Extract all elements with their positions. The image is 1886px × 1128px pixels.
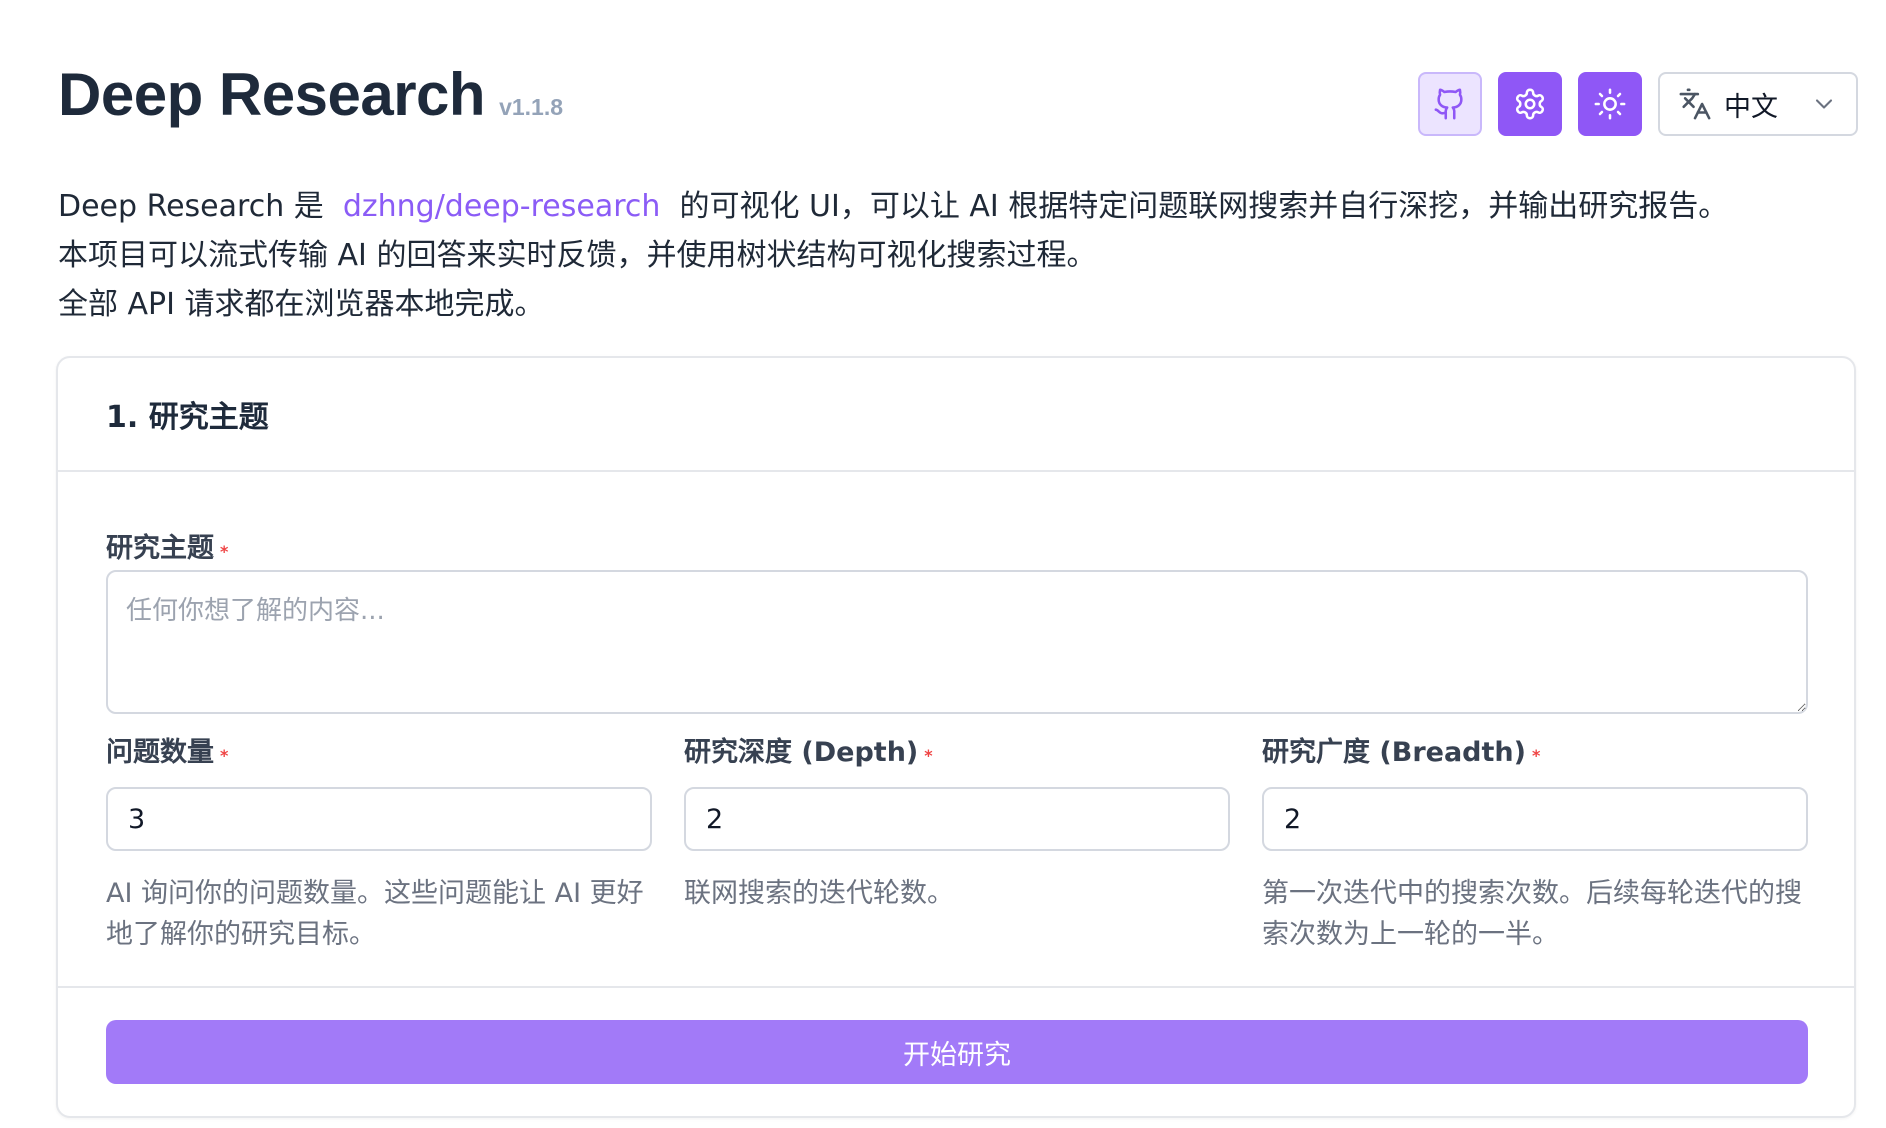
app-version: v1.1.8 — [499, 94, 564, 120]
topic-input[interactable] — [106, 570, 1808, 714]
depth-input[interactable] — [684, 787, 1230, 851]
question-count-input[interactable] — [106, 787, 652, 851]
breadth-label: 研究广度 (Breadth) — [1262, 737, 1526, 768]
required-marker: * — [220, 542, 229, 561]
breadth-input[interactable] — [1262, 787, 1808, 851]
intro-line-1-prefix: Deep Research 是 — [58, 189, 324, 224]
theme-toggle-button[interactable] — [1578, 72, 1642, 136]
topic-label: 研究主题 — [106, 533, 214, 564]
card-header: 1. 研究主题 — [58, 358, 1854, 472]
settings-button[interactable] — [1498, 72, 1562, 136]
required-marker: * — [924, 746, 933, 765]
start-research-button[interactable]: 开始研究 — [106, 1020, 1808, 1084]
card-title: 1. 研究主题 — [106, 400, 269, 435]
depth-hint: 联网搜索的迭代轮数。 — [684, 878, 954, 909]
breadth-field: 研究广度 (Breadth) * 第一次迭代中的搜索次数。后续每轮迭代的搜索次数为… — [1262, 730, 1808, 955]
intro-text: Deep Research 是 dzhng/deep-research 的可视化… — [58, 182, 1728, 329]
language-label: 中文 — [1724, 91, 1778, 123]
chevron-down-icon — [1815, 99, 1833, 109]
question-count-field: 问题数量 * AI 询问你的问题数量。这些问题能让 AI 更好地了解你的研究目标。 — [106, 730, 652, 955]
github-button[interactable] — [1418, 72, 1482, 136]
intro-line-1: Deep Research 是 dzhng/deep-research 的可视化… — [58, 182, 1728, 231]
title-group: Deep Research v1.1.8 — [58, 60, 563, 129]
app-title: Deep Research — [58, 61, 486, 128]
translate-icon — [1679, 88, 1711, 120]
language-select[interactable]: 中文 — [1658, 72, 1858, 136]
page-header: Deep Research v1.1.8 中文 — [58, 60, 1858, 140]
question-count-hint: AI 询问你的问题数量。这些问题能让 AI 更好地了解你的研究目标。 — [106, 878, 644, 950]
depth-field: 研究深度 (Depth) * 联网搜索的迭代轮数。 — [684, 730, 1230, 914]
research-topic-card: 1. 研究主题 研究主题 * 问题数量 * AI 询问你的问题数量。这些问题能让 A… — [56, 356, 1856, 1118]
required-marker: * — [220, 746, 229, 765]
question-count-label: 问题数量 — [106, 737, 214, 768]
sun-icon — [1594, 88, 1626, 120]
card-footer: 开始研究 — [58, 986, 1854, 1118]
intro-line-2: 本项目可以流式传输 AI 的回答来实时反馈，并使用树状结构可视化搜索过程。 — [58, 238, 1097, 273]
toolbar: 中文 — [1402, 72, 1858, 136]
depth-label: 研究深度 (Depth) — [684, 737, 919, 768]
github-icon — [1434, 88, 1463, 120]
topic-label-group: 研究主题 * — [106, 526, 228, 565]
breadth-hint: 第一次迭代中的搜索次数。后续每轮迭代的搜索次数为上一轮的一半。 — [1262, 878, 1802, 950]
intro-line-3: 全部 API 请求都在浏览器本地完成。 — [58, 287, 545, 322]
gear-icon — [1515, 88, 1545, 120]
intro-line-1-suffix: 的可视化 UI，可以让 AI 根据特定问题联网搜索并自行深挖，并输出研究报告。 — [679, 189, 1729, 224]
repo-link[interactable]: dzhng/deep-research — [343, 189, 661, 224]
required-marker: * — [1531, 746, 1541, 765]
